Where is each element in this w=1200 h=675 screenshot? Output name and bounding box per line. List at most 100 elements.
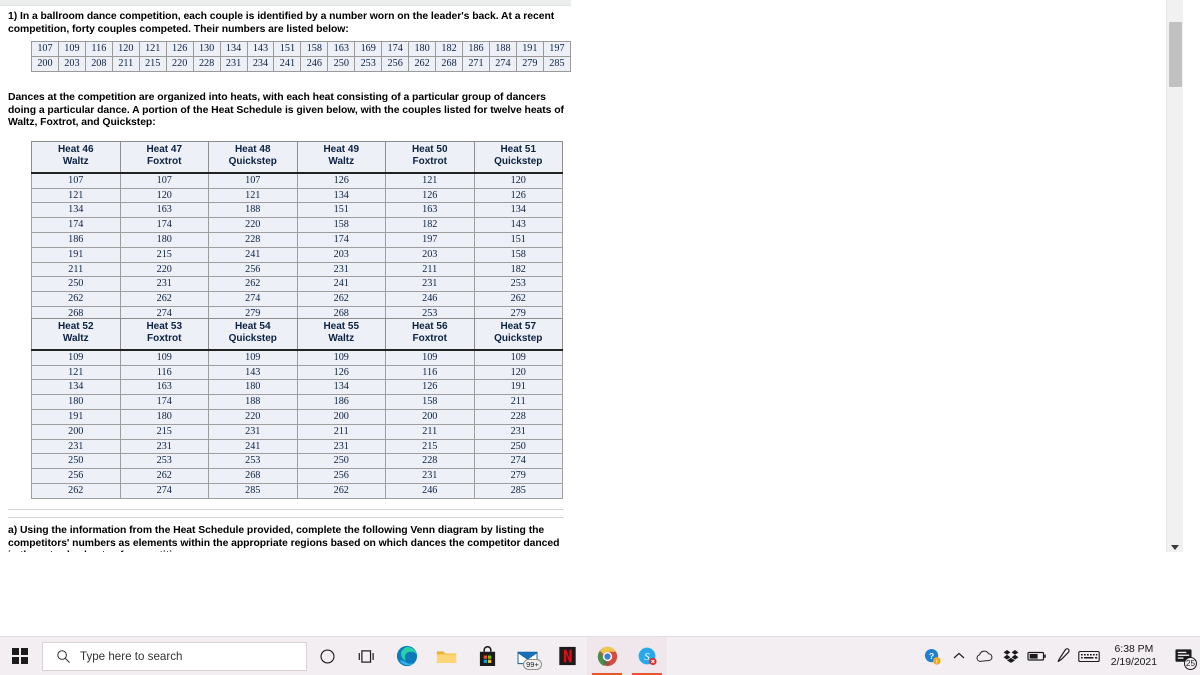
task-view-icon[interactable] [347,637,387,675]
netflix-logo-icon [558,646,576,666]
search-input[interactable]: Type here to search [42,641,307,671]
table-row: 262 262 274 262 246 262 [31,291,563,307]
netflix-icon[interactable] [547,637,587,675]
table-row: 107 109 116 120 121 126 130 134 143 151 158 163 169 1… [31,41,572,57]
heat-number-cell: 107 [31,172,121,189]
heat-number-cell: 250 [31,453,121,470]
edge-icon[interactable] [387,637,427,675]
heat-number-cell: 231 [296,438,386,455]
skype-icon[interactable]: S [627,636,667,675]
competitor-number-cell: 174 [381,41,410,57]
file-explorer-icon[interactable] [427,637,467,675]
heat-header-cell: Heat 55 Waltz [296,317,386,351]
heat-number-cell: 143 [473,217,563,233]
heat-number-cell: 191 [31,246,121,263]
pen-icon[interactable] [1050,637,1076,675]
competitor-number-cell: 143 [246,41,275,57]
table-row: 134 163 188 151 163 134 [31,202,563,219]
heat-number-cell: 134 [31,379,121,396]
heat-number-cell: 262 [296,291,386,307]
dropbox-icon[interactable] [998,637,1024,675]
heat-header-cell: Heat 47 Foxtrot [119,140,209,174]
scrollbar-thumb[interactable] [1169,22,1182,87]
show-hidden-icons-chevron[interactable] [946,637,972,675]
competitor-number-cell: 271 [462,56,490,72]
heat-number-cell: 163 [385,202,475,219]
heat-number-cell: 158 [385,394,475,410]
heat-number-cell: 203 [296,246,386,263]
cortana-circle-icon [319,648,335,664]
heat-number-cell: 120 [473,364,563,381]
heat-number-cell: 200 [31,423,121,440]
heat-number-cell: 186 [296,394,386,410]
task-view-panes-icon [358,649,374,663]
competitor-number-cell: 211 [111,56,140,72]
heat-number-cell: 121 [385,172,475,189]
heat-header-cell: Heat 52 Waltz [31,317,121,351]
table-row: 174 174 220 158 182 143 [31,217,563,233]
heat-table-2-head: Heat 52 Waltz Heat 53 Foxtrot Heat 54 Quic… [31,317,563,351]
heat-number-cell: 250 [296,453,386,470]
onedrive-icon[interactable] [972,637,998,675]
heat-number-cell: 256 [31,468,121,484]
heat-header-cell: Heat 50 Foxtrot [385,140,475,174]
heat-number-cell: 116 [119,364,209,381]
heat-number-cell: 151 [296,202,386,219]
table-row: 107 107 107 126 121 120 [31,172,563,189]
heat-number-cell: 220 [208,409,298,425]
edge-logo-icon [396,645,418,667]
competitor-number-cell: 262 [408,56,437,72]
heat-number-cell: 203 [385,246,475,263]
heat-number-cell: 158 [296,217,386,233]
cortana-icon[interactable] [307,637,347,675]
competitor-number-cell: 274 [488,56,517,72]
start-button[interactable] [0,637,40,675]
competitor-number-cell: 116 [84,41,113,57]
competitor-number-cell: 151 [273,41,302,57]
heat-number-cell: 246 [385,482,475,499]
heat-number-cell: 134 [296,379,386,396]
table-row: 200 203 208 211 215 220 228 231 234 241 246 250 253 2… [31,56,572,72]
heat-number-cell: 211 [385,261,475,278]
heat-number-cell: 253 [119,453,209,470]
battery-icon[interactable] [1024,637,1050,675]
competitor-number-cell: 188 [488,41,517,57]
question-1-text: 1) In a ballroom dance competition, each… [8,11,555,35]
heat-number-cell: 250 [473,438,563,455]
heat-number-cell: 126 [385,187,475,204]
heat-header-cell: Heat 46 Waltz [31,140,121,174]
microsoft-store-icon[interactable] [467,637,507,675]
competitor-number-cell: 130 [192,41,221,57]
heat-number-cell: 228 [385,453,475,470]
heat-header-cell: Heat 51 Quickstep [473,140,563,174]
screen: 1) In a ballroom dance competition, each… [0,0,1200,675]
scroll-down-arrow-icon[interactable] [1171,545,1179,550]
heat-number-cell: 285 [208,482,298,499]
help-icon[interactable]: ? ! [920,637,946,675]
document-viewport: 1) In a ballroom dance competition, each… [0,0,1183,552]
mail-icon[interactable]: 99+ [507,637,547,675]
heat-number-cell: 262 [31,291,121,307]
competitor-number-cell: 107 [31,41,59,57]
heat-number-cell: 126 [385,379,475,396]
vertical-scrollbar[interactable] [1166,0,1183,552]
heat-header-cell: Heat 57 Quickstep [473,317,563,351]
section-divider-bottom [8,517,564,518]
heat-number-cell: 211 [296,423,386,440]
heat-number-cell: 211 [473,394,563,410]
heat-number-cell: 231 [208,423,298,440]
competitor-number-cell: 256 [381,56,410,72]
heat-header-row: Heat 52 Waltz Heat 53 Foxtrot Heat 54 Quic… [31,317,563,351]
heat-number-cell: 231 [385,276,475,293]
competitor-number-cell: 241 [273,56,302,72]
taskbar-clock[interactable]: 6:38 PM 2/19/2021 [1102,637,1166,675]
heat-number-cell: 109 [385,349,475,366]
heat-number-cell: 250 [31,276,121,293]
keyboard-icon[interactable] [1076,637,1102,675]
chrome-icon[interactable] [587,636,627,675]
heat-number-cell: 274 [208,291,298,307]
heat-number-cell: 279 [473,468,563,484]
table-row: 191 215 241 203 203 158 [31,246,563,263]
action-center-button[interactable]: 25 [1166,637,1200,675]
heat-number-cell: 231 [473,423,563,440]
